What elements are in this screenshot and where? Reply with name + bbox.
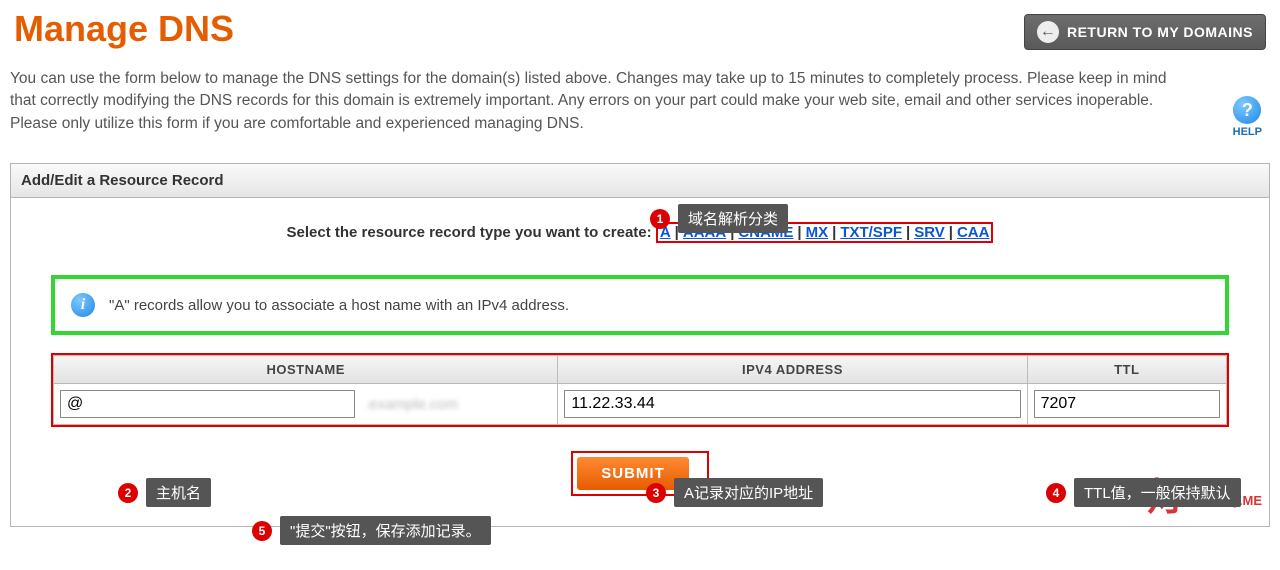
info-text: "A" records allow you to associate a hos… xyxy=(109,297,569,314)
record-table: HOSTNAME IPV4 ADDRESS TTL .example.com xyxy=(53,355,1227,425)
return-to-domains-button[interactable]: ← RETURN TO MY DOMAINS xyxy=(1024,14,1266,50)
record-type-selector: Select the resource record type you want… xyxy=(11,198,1269,265)
ttl-input[interactable] xyxy=(1034,390,1220,418)
annotation-badge-icon: 2 xyxy=(118,483,138,503)
annotation-2-text: 主机名 xyxy=(146,478,211,507)
help-label: HELP xyxy=(1233,126,1262,138)
return-button-label: RETURN TO MY DOMAINS xyxy=(1067,24,1253,40)
annotation-3-text: A记录对应的IP地址 xyxy=(674,478,823,507)
annotation-2: 2 主机名 xyxy=(118,478,211,507)
annotation-badge-icon: 5 xyxy=(252,521,272,541)
col-ipv4: IPV4 ADDRESS xyxy=(558,356,1027,384)
info-icon: i xyxy=(71,293,95,317)
annotation-badge-icon: 3 xyxy=(646,483,666,503)
panel-heading: Add/Edit a Resource Record xyxy=(11,164,1269,198)
record-row: .example.com xyxy=(54,384,1227,425)
annotation-3: 3 A记录对应的IP地址 xyxy=(646,478,823,507)
info-box: i "A" records allow you to associate a h… xyxy=(51,275,1229,335)
domain-suffix: .example.com xyxy=(355,396,552,413)
type-mx-link[interactable]: MX xyxy=(806,224,829,241)
submit-row: SUBMIT xyxy=(11,427,1269,526)
help-block: ? HELP xyxy=(1233,96,1262,138)
back-arrow-icon: ← xyxy=(1037,21,1059,43)
annotation-1-text: 域名解析分类 xyxy=(678,204,788,233)
type-caa-link[interactable]: CAA xyxy=(957,224,990,241)
ipv4-input[interactable] xyxy=(564,390,1020,418)
annotation-4: 4 TTL值，一般保持默认 xyxy=(1046,478,1241,507)
col-hostname: HOSTNAME xyxy=(54,356,558,384)
select-label: Select the resource record type you want… xyxy=(287,224,652,241)
annotation-5: 5 "提交"按钮，保存添加记录。 xyxy=(252,516,491,545)
page-description: You can use the form below to manage the… xyxy=(10,68,1190,135)
type-srv-link[interactable]: SRV xyxy=(914,224,945,241)
record-form-area: HOSTNAME IPV4 ADDRESS TTL .example.com xyxy=(51,353,1229,427)
annotation-badge-icon: 1 xyxy=(650,209,670,229)
annotation-badge-icon: 4 xyxy=(1046,483,1066,503)
help-icon[interactable]: ? xyxy=(1233,96,1261,124)
annotation-4-text: TTL值，一般保持默认 xyxy=(1074,478,1241,507)
annotation-5-text: "提交"按钮，保存添加记录。 xyxy=(280,516,491,545)
type-txtspf-link[interactable]: TXT/SPF xyxy=(840,224,902,241)
hostname-input[interactable] xyxy=(60,390,355,418)
resource-record-panel: Add/Edit a Resource Record Select the re… xyxy=(10,163,1270,527)
page-root: ← RETURN TO MY DOMAINS Manage DNS You ca… xyxy=(0,8,1280,527)
annotation-1: 1 域名解析分类 xyxy=(650,204,788,233)
col-ttl: TTL xyxy=(1027,356,1226,384)
